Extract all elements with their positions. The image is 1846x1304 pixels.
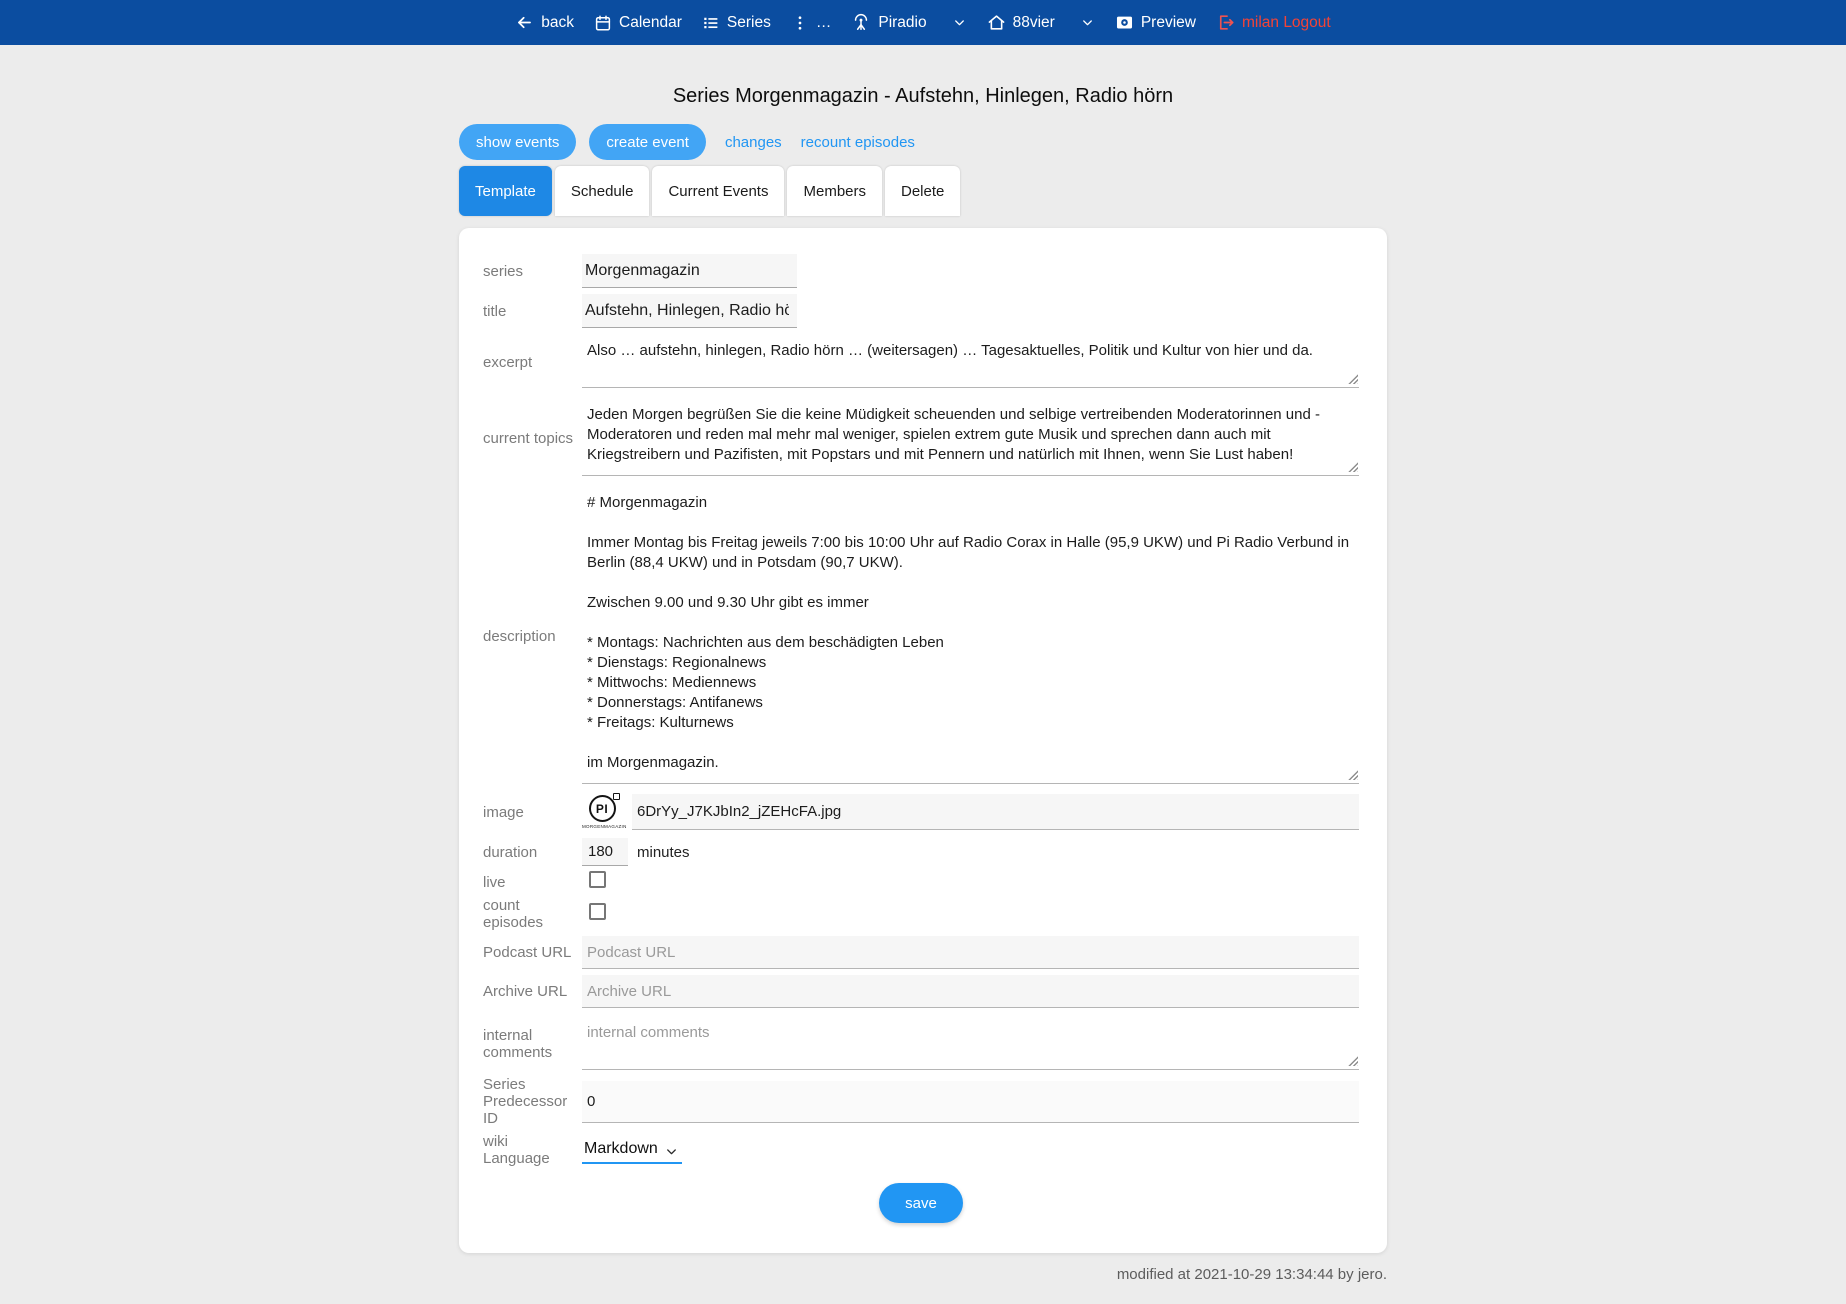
nav-preview[interactable]: Preview <box>1115 13 1196 32</box>
count-episodes-label: count episodes <box>483 897 582 931</box>
series-predecessor-row: Series Predecessor ID <box>483 1076 1359 1127</box>
save-row: save <box>483 1183 1359 1223</box>
nav-back-label: back <box>541 14 574 32</box>
wiki-language-select[interactable]: Markdown <box>582 1137 682 1164</box>
count-episodes-checkbox[interactable] <box>589 903 606 920</box>
count-episodes-row: count episodes <box>483 897 1359 931</box>
excerpt-label: excerpt <box>483 354 582 371</box>
antenna-icon <box>851 13 871 33</box>
podcast-url-input[interactable] <box>582 936 1359 969</box>
nav-back[interactable]: back <box>515 13 574 32</box>
save-button[interactable]: save <box>879 1183 963 1223</box>
description-textarea[interactable]: # Morgenmagazin Immer Montag bis Freitag… <box>582 488 1359 784</box>
live-checkbox[interactable] <box>589 871 606 888</box>
series-input[interactable] <box>582 254 797 288</box>
nav-preview-label: Preview <box>1141 14 1196 32</box>
internal-comments-row: internal comments <box>483 1018 1359 1070</box>
logout-icon <box>1216 13 1235 32</box>
nav-station-dropdown[interactable]: 88vier <box>987 13 1095 32</box>
nav-station-label: 88vier <box>1013 14 1055 32</box>
duration-label: duration <box>483 844 582 861</box>
wiki-language-row: wiki Language Markdown <box>483 1133 1359 1167</box>
series-label: series <box>483 263 582 280</box>
title-input[interactable] <box>582 294 797 328</box>
archive-url-input[interactable] <box>582 975 1359 1008</box>
nav-calendar[interactable]: Calendar <box>594 14 682 32</box>
calendar-icon <box>594 14 612 32</box>
tab-delete[interactable]: Delete <box>885 166 960 216</box>
top-navbar: back Calendar Series … Piradio 88vier <box>0 0 1846 45</box>
nav-logout-label: milan Logout <box>1242 14 1331 32</box>
nav-piradio-dropdown[interactable]: Piradio <box>851 13 966 33</box>
series-predecessor-label: Series Predecessor ID <box>483 1076 582 1127</box>
tab-current-events[interactable]: Current Events <box>652 166 784 216</box>
more-vertical-icon <box>791 14 809 32</box>
excerpt-textarea[interactable]: Also … aufstehn, hinlegen, Radio hörn … … <box>582 336 1359 388</box>
changes-link[interactable]: changes <box>725 134 782 151</box>
chevron-down-icon[interactable] <box>952 15 967 30</box>
podcast-url-label: Podcast URL <box>483 944 582 961</box>
image-label: image <box>483 804 582 821</box>
tab-template[interactable]: Template <box>459 166 552 216</box>
series-predecessor-input[interactable] <box>582 1081 1359 1123</box>
archive-url-row: Archive URL <box>483 975 1359 1008</box>
duration-unit-label: minutes <box>637 844 690 861</box>
duration-input[interactable] <box>582 838 628 866</box>
current-topics-label: current topics <box>483 430 582 447</box>
series-logo-thumbnail[interactable]: PI MORGENMAGAZIN <box>582 795 622 829</box>
title-label: title <box>483 303 582 320</box>
nav-piradio-label: Piradio <box>878 14 926 32</box>
current-topics-textarea[interactable]: Jeden Morgen begrüßen Sie die keine Müdi… <box>582 400 1359 476</box>
excerpt-row: excerpt Also … aufstehn, hinlegen, Radio… <box>483 336 1359 388</box>
arrow-left-icon <box>515 13 534 32</box>
page-title: Series Morgenmagazin - Aufstehn, Hinlege… <box>459 85 1387 108</box>
duration-row: duration minutes <box>483 838 1359 866</box>
internal-comments-label: internal comments <box>483 1027 582 1061</box>
live-row: live <box>483 871 1359 893</box>
archive-url-label: Archive URL <box>483 983 582 1000</box>
description-row: description # Morgenmagazin Immer Montag… <box>483 488 1359 784</box>
image-filename-input[interactable] <box>632 794 1359 830</box>
chevron-down-icon[interactable] <box>1080 15 1095 30</box>
preview-eye-icon <box>1115 13 1134 32</box>
nav-more-label: … <box>816 14 832 32</box>
create-event-button[interactable]: create event <box>589 124 706 160</box>
action-buttons-row: show events create event changes recount… <box>459 124 1387 160</box>
tab-members[interactable]: Members <box>787 166 882 216</box>
list-icon <box>702 14 720 32</box>
wiki-language-label: wiki Language <box>483 1133 582 1167</box>
nav-series-label: Series <box>727 14 771 32</box>
tab-bar: Template Schedule Current Events Members… <box>459 166 1387 216</box>
nav-series[interactable]: Series <box>702 14 771 32</box>
nav-more-menu[interactable]: … <box>791 14 832 32</box>
current-topics-row: current topics Jeden Morgen begrüßen Sie… <box>483 400 1359 476</box>
show-events-button[interactable]: show events <box>459 124 576 160</box>
tab-schedule[interactable]: Schedule <box>555 166 650 216</box>
internal-comments-textarea[interactable] <box>582 1018 1359 1070</box>
recount-episodes-link[interactable]: recount episodes <box>801 134 915 151</box>
nav-logout[interactable]: milan Logout <box>1216 13 1331 32</box>
description-label: description <box>483 628 582 645</box>
modified-status-text: modified at 2021-10-29 13:34:44 by jero. <box>459 1266 1387 1283</box>
pi-logo-caption: MORGENMAGAZIN <box>582 824 622 829</box>
podcast-url-row: Podcast URL <box>483 936 1359 969</box>
series-row: series <box>483 254 1359 288</box>
home-icon <box>987 13 1006 32</box>
title-row: title <box>483 294 1359 328</box>
nav-calendar-label: Calendar <box>619 14 682 32</box>
pi-logo-icon: PI <box>589 795 616 822</box>
template-form-card: series title excerpt Also … aufstehn, hi… <box>459 228 1387 1253</box>
live-label: live <box>483 874 582 891</box>
image-row: image PI MORGENMAGAZIN <box>483 794 1359 830</box>
